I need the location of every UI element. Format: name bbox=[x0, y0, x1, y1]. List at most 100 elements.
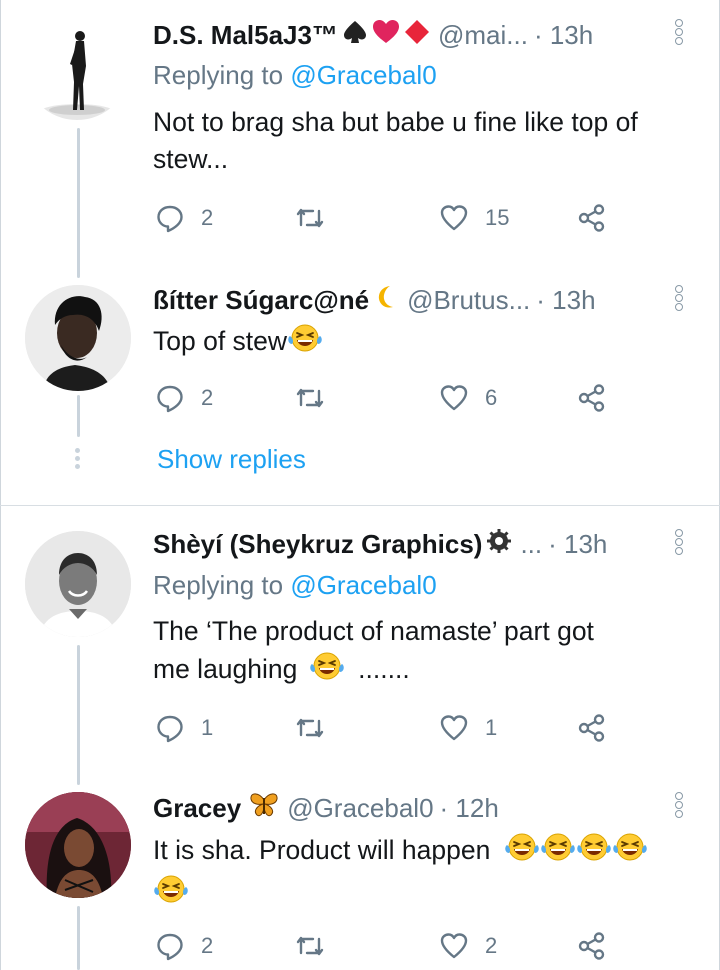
tweet-text-line: The ‘The product of namaste’ part got bbox=[153, 616, 594, 646]
tweet-actions: 2 6 bbox=[155, 376, 635, 420]
user-handle[interactable]: @Brutus... bbox=[407, 285, 530, 316]
reply-icon bbox=[157, 205, 183, 233]
tweet-text: Not to brag sha but babe u fine like top… bbox=[153, 107, 638, 174]
tweet-text: Top of stew bbox=[153, 326, 288, 356]
reply-count: 2 bbox=[201, 933, 214, 958]
laughing-tears-emoji-icon bbox=[504, 831, 540, 873]
retweet-button[interactable] bbox=[295, 706, 341, 750]
thread-line bbox=[77, 906, 80, 970]
reply-button[interactable]: 2 bbox=[155, 376, 213, 420]
share-button[interactable] bbox=[577, 706, 623, 750]
like-button[interactable]: 1 bbox=[439, 706, 497, 750]
user-handle[interactable]: @mai... bbox=[438, 20, 528, 51]
tweet-header: Gracey @Gracebal0 · 12h bbox=[153, 788, 499, 828]
tweet-header: ßítter Súgarc@né @Brutus... · 13h bbox=[153, 280, 596, 320]
tweet-text-block: The ‘The product of namaste’ part got me… bbox=[153, 613, 693, 692]
avatar[interactable] bbox=[25, 792, 131, 898]
diamond-emoji-icon bbox=[404, 19, 430, 52]
retweet-icon bbox=[296, 936, 324, 956]
replying-to-handle[interactable]: @Gracebal0 bbox=[290, 570, 436, 600]
like-count: 6 bbox=[485, 385, 498, 410]
reply-count: 1 bbox=[201, 715, 214, 740]
retweet-icon bbox=[296, 208, 324, 228]
divider bbox=[0, 505, 720, 506]
retweet-button[interactable] bbox=[295, 376, 341, 420]
like-button[interactable]: 2 bbox=[439, 924, 497, 968]
display-name[interactable]: Shèyí (Sheykruz Graphics) bbox=[153, 529, 482, 560]
reply-button[interactable]: 1 bbox=[155, 706, 213, 750]
tweet-time[interactable]: · 13h bbox=[534, 20, 593, 51]
reply-count: 2 bbox=[201, 205, 214, 230]
tweet-text-line: It is sha. Product will happen bbox=[153, 831, 698, 873]
more-vertical-icon[interactable] bbox=[674, 528, 684, 556]
like-count: 15 bbox=[485, 205, 510, 230]
tweet-actions: 1 1 bbox=[155, 706, 635, 750]
laughing-tears-emoji-icon bbox=[309, 650, 345, 692]
laughing-tears-emoji-icon bbox=[540, 831, 576, 873]
share-button[interactable] bbox=[577, 924, 623, 968]
show-replies-link[interactable]: Show replies bbox=[157, 444, 306, 475]
more-vertical-icon[interactable] bbox=[674, 18, 684, 46]
reply-icon bbox=[157, 933, 183, 961]
like-icon bbox=[440, 933, 468, 959]
retweet-icon bbox=[296, 388, 324, 408]
crescent-moon-icon bbox=[373, 284, 399, 317]
tweet-text: ....... bbox=[358, 654, 410, 684]
tweet-time[interactable]: · 13h bbox=[548, 529, 607, 560]
display-name[interactable]: Gracey bbox=[153, 793, 241, 824]
tweet-actions: 2 15 bbox=[155, 196, 635, 240]
reply-button[interactable]: 2 bbox=[155, 196, 213, 240]
replying-to-label: Replying to bbox=[153, 570, 284, 600]
tweet-text-block: It is sha. Product will happen bbox=[153, 831, 698, 915]
laughing-tears-emoji-icon bbox=[612, 831, 648, 873]
tweet-time[interactable]: · 12h bbox=[440, 793, 499, 824]
reply-button[interactable]: 2 bbox=[155, 924, 213, 968]
replying-to: Replying to @Gracebal0 bbox=[153, 60, 437, 91]
reply-count: 2 bbox=[201, 385, 214, 410]
share-button[interactable] bbox=[577, 196, 623, 240]
tweet-text: me laughing bbox=[153, 654, 298, 684]
tweet-header: D.S. Mal5aJ3™ @mai... · 13h bbox=[153, 15, 593, 55]
laughing-tears-emoji-icon bbox=[287, 322, 323, 364]
thread-line bbox=[77, 128, 80, 278]
like-count: 2 bbox=[485, 933, 498, 958]
tweet-header: Shèyí (Sheykruz Graphics) ... · 13h bbox=[153, 524, 607, 564]
avatar[interactable] bbox=[25, 285, 131, 391]
like-button[interactable]: 6 bbox=[439, 376, 497, 420]
tweet-time[interactable]: · 13h bbox=[536, 285, 595, 316]
retweet-button[interactable] bbox=[295, 924, 341, 968]
share-icon bbox=[578, 384, 605, 412]
more-vertical-icon[interactable] bbox=[674, 284, 684, 312]
tweet-actions: 2 2 bbox=[155, 924, 635, 968]
like-icon bbox=[440, 715, 468, 741]
replying-to: Replying to @Gracebal0 bbox=[153, 570, 437, 601]
more-vertical-icon[interactable] bbox=[674, 791, 684, 819]
like-button[interactable]: 15 bbox=[439, 196, 509, 240]
retweet-button[interactable] bbox=[295, 196, 341, 240]
share-icon bbox=[578, 204, 605, 232]
laughing-tears-emoji-icon bbox=[153, 873, 189, 915]
heart-emoji-icon bbox=[372, 19, 400, 52]
frame-left-edge bbox=[0, 0, 1, 970]
thread-line bbox=[77, 395, 80, 437]
tweet-text-line bbox=[153, 873, 698, 915]
like-icon bbox=[440, 385, 468, 411]
replying-to-label: Replying to bbox=[153, 60, 284, 90]
tweet-text: It is sha. Product will happen bbox=[153, 835, 491, 865]
thread-line bbox=[77, 645, 80, 785]
user-handle[interactable]: ... bbox=[520, 529, 542, 560]
user-handle[interactable]: @Gracebal0 bbox=[287, 793, 433, 824]
reply-icon bbox=[157, 715, 183, 743]
share-icon bbox=[578, 714, 605, 742]
gear-badge-icon bbox=[486, 528, 512, 561]
avatar[interactable] bbox=[24, 14, 130, 120]
display-name[interactable]: ßítter Súgarc@né bbox=[153, 285, 369, 316]
avatar[interactable] bbox=[25, 531, 131, 637]
tweet-text-line: me laughing ....... bbox=[153, 650, 693, 692]
share-button[interactable] bbox=[577, 376, 623, 420]
share-icon bbox=[578, 932, 605, 960]
replying-to-handle[interactable]: @Gracebal0 bbox=[290, 60, 436, 90]
display-name[interactable]: D.S. Mal5aJ3™ bbox=[153, 20, 338, 51]
more-replies-dots bbox=[75, 448, 81, 469]
retweet-icon bbox=[296, 718, 324, 738]
